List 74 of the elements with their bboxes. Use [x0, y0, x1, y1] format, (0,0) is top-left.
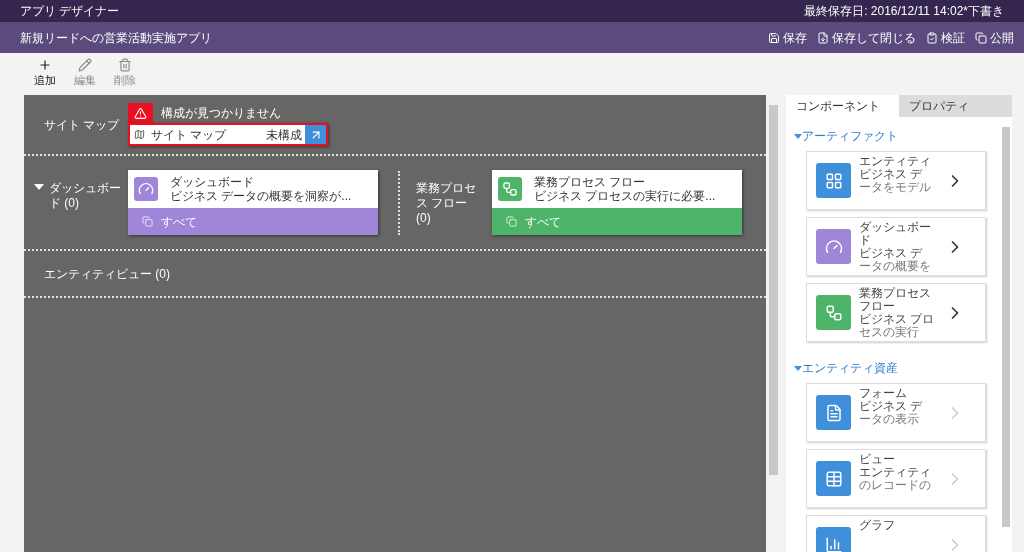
card-icon	[138, 181, 154, 197]
card-description: ビジネス プロセスの実行に必要...	[534, 189, 716, 203]
card-title: ダッシュボード	[170, 175, 255, 189]
scrollbar[interactable]	[768, 105, 778, 475]
section-header[interactable]: エンティティ資産	[794, 359, 1000, 377]
toolbar-icon	[78, 57, 92, 72]
app-name: 新規リードへの営業活動実施アプリ	[20, 29, 212, 47]
tile-text: ータの概要を	[859, 260, 932, 273]
tile-text: エンティティ	[859, 466, 932, 479]
header-action[interactable]: 公開	[975, 28, 1014, 47]
row-label: サイト マップ	[43, 116, 121, 134]
header-action[interactable]: 保存	[768, 28, 807, 47]
section-header[interactable]: アーティファクト	[794, 127, 1000, 145]
header-action[interactable]: 検証	[926, 28, 965, 47]
status-text: 未構成	[266, 126, 302, 144]
tile-text: セスの実行	[859, 326, 920, 339]
last-saved-text: 最終保存日: 2016/12/11 14:02*下書き	[804, 3, 1004, 20]
row-label: ダッシュボード (0)	[49, 181, 122, 211]
action-icon	[768, 31, 780, 44]
panel-tab[interactable]: コンポーネント	[786, 95, 899, 117]
tile-text: エンティティ	[859, 155, 932, 168]
component-card[interactable]: ダッシュボード ビジネス データの概要を洞察が... すべて	[128, 170, 378, 235]
site-map-name: サイト マップ	[151, 126, 228, 144]
card-title: 業務プロセス フロー	[534, 175, 647, 189]
component-tile[interactable]: エンティティ ビジネス デ ータをモデル	[806, 151, 986, 210]
error-message: 構成が見つかりません	[161, 105, 281, 122]
tile-text: グラフ	[859, 519, 896, 532]
action-icon	[926, 31, 938, 44]
tile-text: ビュー	[859, 453, 896, 466]
component-tile[interactable]: ダッシュボー ド ビジネス デ ータの概要を	[806, 217, 986, 276]
card-footer: すべて	[161, 212, 197, 231]
component-icon	[824, 403, 843, 422]
action-icon	[975, 31, 987, 44]
toolbar-icon	[38, 57, 52, 72]
tile-text: ビジネス プロ	[859, 313, 936, 326]
card-icon	[502, 181, 518, 197]
row-label: エンティティビュー (0)	[43, 265, 170, 283]
action-icon	[817, 31, 829, 44]
component-icon	[824, 303, 843, 322]
collapse-caret-icon[interactable]	[34, 184, 44, 190]
warning-icon	[134, 106, 147, 120]
map-icon	[134, 129, 145, 140]
component-icon	[824, 469, 843, 488]
toolbar-icon	[118, 57, 132, 72]
component-icon	[824, 535, 843, 552]
tile-text: 業務プロセス	[859, 287, 932, 300]
copy-icon	[142, 216, 153, 227]
panel-tab[interactable]: プロパティ	[899, 95, 1012, 117]
tile-text: ダッシュボー	[859, 221, 932, 234]
tile-text: ビジネス デ	[859, 247, 924, 260]
app-title: アプリ デザイナー	[20, 3, 120, 20]
tile-text: ータの表示	[859, 413, 920, 426]
row-label: 業務プロセス フロー (0)	[416, 181, 477, 226]
tile-text: ビジネス デ	[859, 168, 924, 181]
caret-icon	[794, 365, 802, 371]
component-icon	[824, 237, 843, 256]
component-card[interactable]: 業務プロセス フロー ビジネス プロセスの実行に必要... すべて	[492, 170, 742, 235]
open-button[interactable]	[305, 125, 326, 144]
component-icon	[824, 171, 843, 190]
card-description: ビジネス データの概要を洞察が...	[170, 189, 352, 203]
toolbar-button[interactable]: 追加	[32, 57, 58, 89]
caret-icon	[794, 133, 802, 139]
tile-text: フロー	[859, 300, 896, 313]
panel-scrollbar[interactable]	[1002, 127, 1010, 527]
card-footer: すべて	[525, 212, 561, 231]
tile-text: ビジネス デ	[859, 400, 924, 413]
tile-text: のレコードの	[859, 479, 932, 492]
tile-text: ド	[859, 234, 872, 247]
site-map-card[interactable]: サイト マップ 未構成	[128, 123, 328, 146]
component-tile[interactable]: 業務プロセス フロー ビジネス プロ セスの実行	[806, 283, 986, 342]
tile-text: ータをモデル	[859, 181, 932, 194]
header-action[interactable]: 保存して閉じる	[817, 28, 916, 47]
tile-text: フォーム	[859, 387, 908, 400]
copy-icon	[506, 216, 517, 227]
